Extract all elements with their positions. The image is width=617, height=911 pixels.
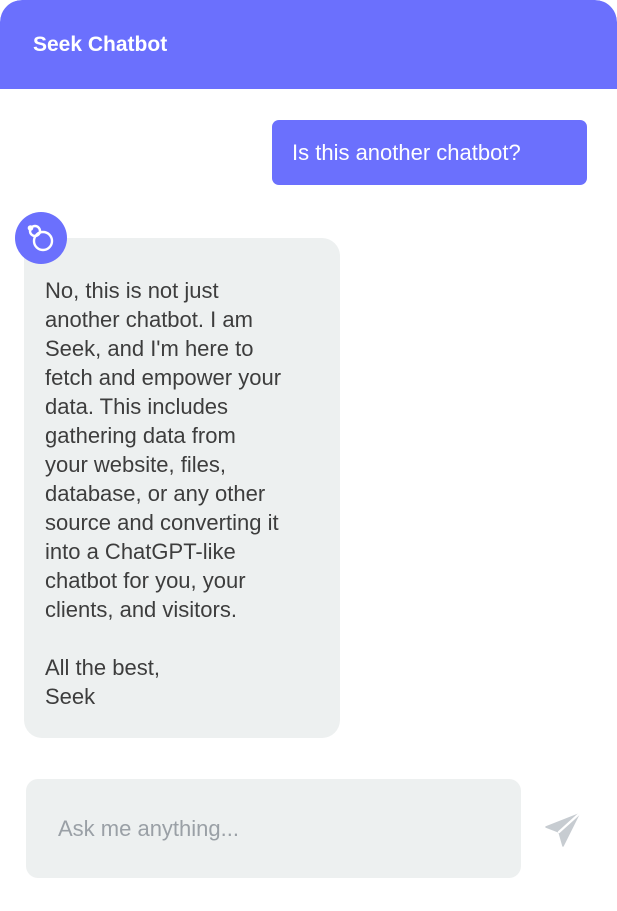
bot-message-line: gathering data from: [45, 423, 236, 448]
bot-message-line: another chatbot. I am: [45, 307, 253, 332]
bot-message-line: clients, and visitors.: [45, 597, 237, 622]
bot-message-line: your website, files,: [45, 452, 226, 477]
bot-message-line: into a ChatGPT-like: [45, 539, 236, 564]
bot-message-line: fetch and empower your: [45, 365, 282, 390]
user-message-bubble: Is this another chatbot?: [272, 120, 587, 185]
bot-signoff-line: All the best,: [45, 655, 160, 680]
bot-message-body: No, this is not just another chatbot. I …: [45, 276, 322, 624]
bot-message-line: Seek, and I'm here to: [45, 336, 254, 361]
bot-message-line: database, or any other: [45, 481, 266, 506]
bot-message-signoff: All the best, Seek: [45, 653, 322, 711]
user-message-text: Is this another chatbot?: [292, 140, 521, 165]
chat-widget: Seek Chatbot Is this another chatbot? No…: [0, 0, 617, 911]
message-input[interactable]: [26, 779, 521, 878]
chat-title: Seek Chatbot: [33, 33, 168, 56]
seek-logo-icon: [27, 224, 54, 252]
bot-avatar: [15, 212, 67, 264]
send-button[interactable]: [543, 810, 583, 850]
send-icon: [545, 812, 581, 847]
bot-message-line: source and converting it: [45, 510, 279, 535]
bot-message-line: No, this is not just: [45, 278, 219, 303]
bot-signoff-line: Seek: [45, 684, 96, 709]
chat-header: Seek Chatbot: [0, 0, 617, 89]
bot-message-bubble: No, this is not just another chatbot. I …: [24, 238, 340, 738]
bot-message-line: chatbot for you, your: [45, 568, 246, 593]
bot-message-line: data. This includes: [45, 394, 229, 419]
